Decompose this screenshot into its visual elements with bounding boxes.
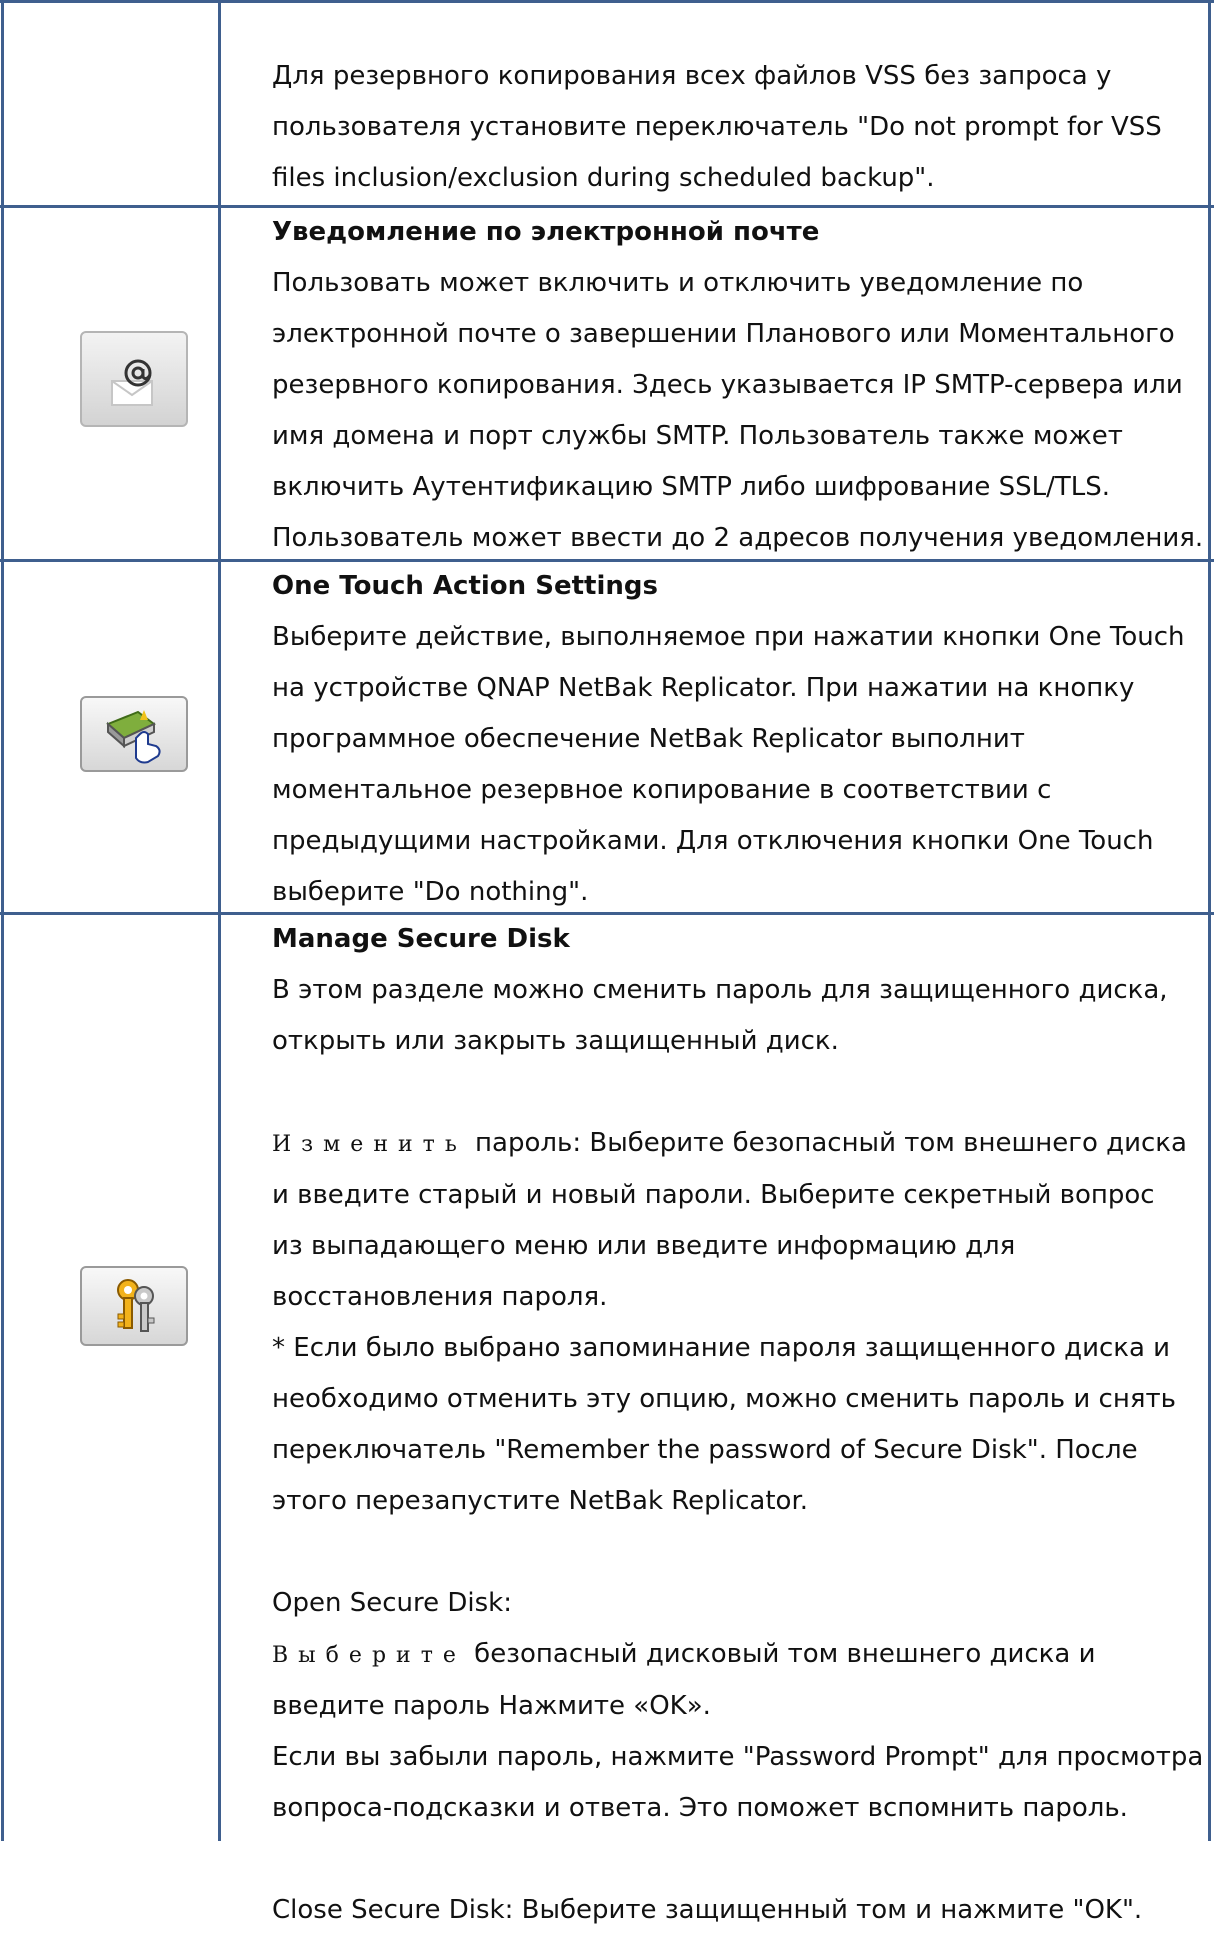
text-line: переключатель "Remember the password of … (272, 1435, 1138, 1465)
text-line: вопроса-подсказки и ответа. Это поможет … (272, 1793, 1128, 1823)
one-touch-description: One Touch Action Settings Выберите дейст… (272, 561, 1208, 918)
change-word: Изменить (272, 1132, 467, 1157)
text-line: электронной почте о завершении Планового… (272, 319, 1175, 349)
text-line: включить Аутентификацию SMTP либо шифров… (272, 472, 1111, 502)
manage-secure-disk-button[interactable] (80, 1266, 188, 1346)
secure-disk-description: Manage Secure Disk В этом разделе можно … (272, 914, 1208, 1936)
change-password-line: Изменить пароль: Выберите безопасный том… (272, 1118, 1208, 1170)
table-column-divider (218, 0, 221, 1841)
open-secure-disk-line: Выберите безопасный дисковый том внешнег… (272, 1629, 1208, 1681)
one-touch-settings-button[interactable] (80, 696, 188, 772)
text-line: открыть или закрыть защищенный диск. (272, 1026, 839, 1056)
row-divider (0, 0, 1214, 3)
text-fragment: пароль: Выберите безопасный том внешнего… (466, 1128, 1187, 1158)
section-title: Manage Secure Disk (272, 924, 570, 954)
select-word: Выберите (272, 1643, 466, 1668)
one-touch-icon (106, 710, 161, 764)
text-line: введите пароль Нажмите «OK». (272, 1691, 711, 1721)
text-line: выберите "Do nothing". (272, 877, 589, 907)
keys-icon (117, 1279, 155, 1332)
email-notification-description: Уведомление по электронной почте Пользов… (272, 207, 1208, 564)
close-secure-disk-line: Close Secure Disk: Выберите защищенный т… (272, 1895, 1143, 1925)
text-line: программное обеспечение NetBak Replicato… (272, 724, 1025, 754)
email-notification-button[interactable] (80, 331, 188, 427)
section-title: One Touch Action Settings (272, 571, 658, 601)
text-line: на устройстве QNAP NetBak Replicator. Пр… (272, 673, 1135, 703)
table-right-border (1208, 0, 1211, 1841)
text-line: Если вы забыли пароль, нажмите "Password… (272, 1742, 1204, 1772)
text-line: В этом разделе можно сменить пароль для … (272, 975, 1168, 1005)
text-line: * Если было выбрано запоминание пароля з… (272, 1333, 1171, 1363)
text-line: этого перезапустите NetBak Replicator. (272, 1486, 809, 1516)
text-line: необходимо отменить эту опцию, можно сме… (272, 1384, 1176, 1414)
text-line: предыдущими настройками. Для отключения … (272, 826, 1154, 856)
text-line: из выпадающего меню или введите информац… (272, 1231, 1016, 1261)
document-table: Для резервного копирования всех файлов V… (0, 0, 1214, 1925)
text-line: имя домена и порт службы SMTP. Пользоват… (272, 421, 1123, 451)
text-line: резервного копирования. Здесь указываетс… (272, 370, 1183, 400)
email-at-icon (111, 359, 153, 406)
text-fragment: безопасный дисковый том внешнего диска и (465, 1639, 1096, 1669)
text-line: и введите старый и новый пароли. Выберит… (272, 1180, 1155, 1210)
section-title: Уведомление по электронной почте (272, 217, 820, 247)
text-line: моментальное резервное копирование в соо… (272, 775, 1052, 805)
open-secure-disk-heading: Open Secure Disk: (272, 1588, 512, 1618)
vss-description: Для резервного копирования всех файлов V… (272, 51, 1208, 204)
text-line: пользователя установите переключатель "D… (272, 112, 1162, 142)
text-line: Пользователь может ввести до 2 адресов п… (272, 523, 1204, 553)
text-line: files inclusion/exclusion during schedul… (272, 163, 935, 193)
text-line: восстановления пароля. (272, 1282, 608, 1312)
text-line: Выберите действие, выполняемое при нажат… (272, 622, 1185, 652)
text-line: Для резервного копирования всех файлов V… (272, 61, 1112, 91)
text-line: Пользовать может включить и отключить ув… (272, 268, 1084, 298)
table-left-border (1, 0, 4, 1841)
